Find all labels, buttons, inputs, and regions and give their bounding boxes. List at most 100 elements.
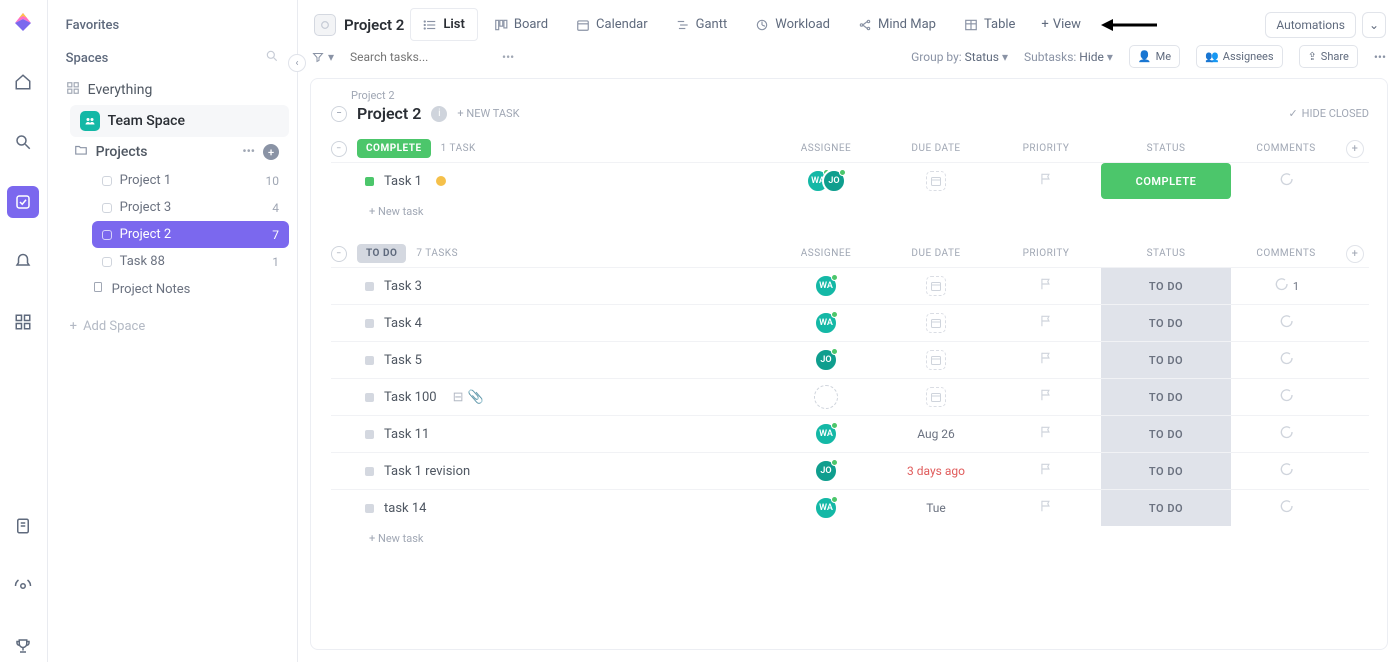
- priority-flag[interactable]: [1039, 172, 1053, 190]
- add-column-button[interactable]: +: [1346, 140, 1364, 158]
- assignee-avatar[interactable]: WA: [814, 422, 838, 446]
- status-cell[interactable]: TO DO: [1101, 268, 1231, 304]
- search-icon[interactable]: [7, 126, 39, 158]
- comments-icon[interactable]: [1273, 276, 1289, 296]
- priority-flag[interactable]: [1039, 425, 1053, 443]
- panel-breadcrumb[interactable]: Project 2: [331, 89, 1369, 102]
- assignee-cell[interactable]: WA: [814, 422, 838, 446]
- comments-icon[interactable]: [1278, 313, 1294, 333]
- task-status-square[interactable]: [365, 177, 374, 186]
- collapse-sidebar-button[interactable]: ‹: [288, 54, 306, 72]
- task-name[interactable]: Task 5: [384, 353, 422, 368]
- attachment-icon[interactable]: 📎: [467, 390, 483, 405]
- home-icon[interactable]: [7, 66, 39, 98]
- task-row[interactable]: Task 1 revision JO 3 days ago TO DO: [331, 452, 1369, 489]
- status-cell[interactable]: TO DO: [1101, 342, 1231, 378]
- status-cell[interactable]: TO DO: [1101, 379, 1231, 415]
- task-status-square[interactable]: [365, 282, 374, 291]
- comments-icon[interactable]: [1278, 387, 1294, 407]
- subtasks-control[interactable]: Subtasks: Hide ▾: [1024, 50, 1113, 64]
- due-date[interactable]: Tue: [926, 501, 946, 515]
- task-name[interactable]: Task 1: [384, 174, 422, 189]
- assignee-cell[interactable]: WA: [814, 274, 838, 298]
- due-date[interactable]: 3 days ago: [907, 464, 965, 478]
- comments-icon[interactable]: [1278, 424, 1294, 444]
- priority-flag[interactable]: [1039, 499, 1053, 517]
- view-tab-list[interactable]: List: [410, 8, 477, 41]
- tasks-icon[interactable]: [7, 186, 39, 218]
- assignee-cell[interactable]: [814, 385, 838, 409]
- assignee-avatar[interactable]: JO: [814, 459, 838, 483]
- sidebar-project-item[interactable]: Project 27: [92, 221, 289, 248]
- view-tab-mindmap[interactable]: Mind Map: [846, 9, 948, 40]
- app-logo[interactable]: [11, 10, 35, 38]
- task-name[interactable]: Task 11: [384, 427, 429, 442]
- due-date[interactable]: Aug 26: [917, 427, 955, 441]
- task-name[interactable]: Task 4: [384, 316, 422, 331]
- due-date-empty[interactable]: [926, 171, 946, 191]
- location-crumb[interactable]: Project 2: [312, 10, 406, 40]
- due-date-empty[interactable]: [926, 387, 946, 407]
- task-row[interactable]: Task 3 WA TO DO 1: [331, 267, 1369, 304]
- priority-flag[interactable]: [1039, 351, 1053, 369]
- sidebar-project-item[interactable]: Project 110: [92, 167, 289, 194]
- share-button[interactable]: ⇪Share: [1299, 45, 1358, 68]
- search-space-icon[interactable]: [265, 49, 279, 67]
- automations-dropdown[interactable]: ⌄: [1362, 12, 1386, 38]
- task-row[interactable]: Task 11 WA Aug 26 TO DO: [331, 415, 1369, 452]
- status-cell[interactable]: TO DO: [1101, 490, 1231, 526]
- view-tab-board[interactable]: Board: [482, 9, 560, 40]
- priority-flag[interactable]: [1039, 277, 1053, 295]
- new-task-header-button[interactable]: + NEW TASK: [457, 107, 519, 120]
- view-tab-gantt[interactable]: Gantt: [664, 9, 740, 40]
- task-status-square[interactable]: [365, 430, 374, 439]
- filter-button[interactable]: ▾: [312, 50, 334, 64]
- priority-flag[interactable]: [1039, 314, 1053, 332]
- assignee-avatar[interactable]: WA: [814, 274, 838, 298]
- task-name[interactable]: Task 1 revision: [384, 464, 470, 479]
- assignees-button[interactable]: 👥Assignees: [1196, 45, 1283, 68]
- comments-icon[interactable]: [1278, 171, 1294, 191]
- status-cell[interactable]: TO DO: [1101, 305, 1231, 341]
- assignee-avatar[interactable]: WA: [814, 311, 838, 335]
- assignee-cell[interactable]: WA: [814, 496, 838, 520]
- view-tab-table[interactable]: Table: [952, 9, 1027, 40]
- group-status-pill[interactable]: COMPLETE: [357, 139, 431, 158]
- apps-icon[interactable]: [7, 306, 39, 338]
- task-row[interactable]: task 14 WA Tue TO DO: [331, 489, 1369, 526]
- task-name[interactable]: Task 100: [384, 390, 437, 405]
- priority-flag[interactable]: [1039, 388, 1053, 406]
- group-by-control[interactable]: Group by: Status ▾: [911, 50, 1008, 64]
- comments-icon[interactable]: [1278, 461, 1294, 481]
- task-status-square[interactable]: [365, 319, 374, 328]
- sidebar-spaces[interactable]: Spaces: [56, 41, 289, 75]
- record-icon[interactable]: [7, 570, 39, 602]
- new-task-button[interactable]: + New task: [331, 526, 1369, 547]
- sidebar-project-item[interactable]: Project 34: [92, 194, 289, 221]
- comments-icon[interactable]: [1278, 498, 1294, 518]
- assignee-cell[interactable]: WAJO: [806, 169, 846, 193]
- task-status-square[interactable]: [365, 467, 374, 476]
- sidebar-favorites[interactable]: Favorites: [56, 10, 289, 41]
- status-cell[interactable]: COMPLETE: [1101, 163, 1231, 199]
- automations-button[interactable]: Automations: [1265, 12, 1356, 38]
- more-icon[interactable]: •••: [242, 144, 255, 160]
- view-tab-workload[interactable]: Workload: [743, 9, 842, 40]
- trophy-icon[interactable]: [7, 630, 39, 662]
- subtask-icon[interactable]: ⊟: [453, 390, 464, 405]
- task-status-square[interactable]: [365, 393, 374, 402]
- task-status-square[interactable]: [365, 356, 374, 365]
- status-cell[interactable]: TO DO: [1101, 416, 1231, 452]
- assignee-avatar[interactable]: WA: [814, 496, 838, 520]
- more-icon[interactable]: •••: [1374, 50, 1386, 64]
- due-date-empty[interactable]: [926, 276, 946, 296]
- task-row[interactable]: Task 100 ⊟📎 TO DO: [331, 378, 1369, 415]
- task-row[interactable]: Task 1 WAJO COMPLETE: [331, 162, 1369, 199]
- collapse-group-button[interactable]: −: [331, 141, 347, 157]
- more-icon[interactable]: •••: [502, 50, 514, 64]
- sidebar-projects-folder[interactable]: Projects ••• +: [64, 137, 289, 167]
- view-tab-calendar[interactable]: Calendar: [564, 9, 660, 40]
- sidebar-team-space[interactable]: Team Space: [70, 105, 289, 137]
- due-date-empty[interactable]: [926, 350, 946, 370]
- task-status-square[interactable]: [365, 504, 374, 513]
